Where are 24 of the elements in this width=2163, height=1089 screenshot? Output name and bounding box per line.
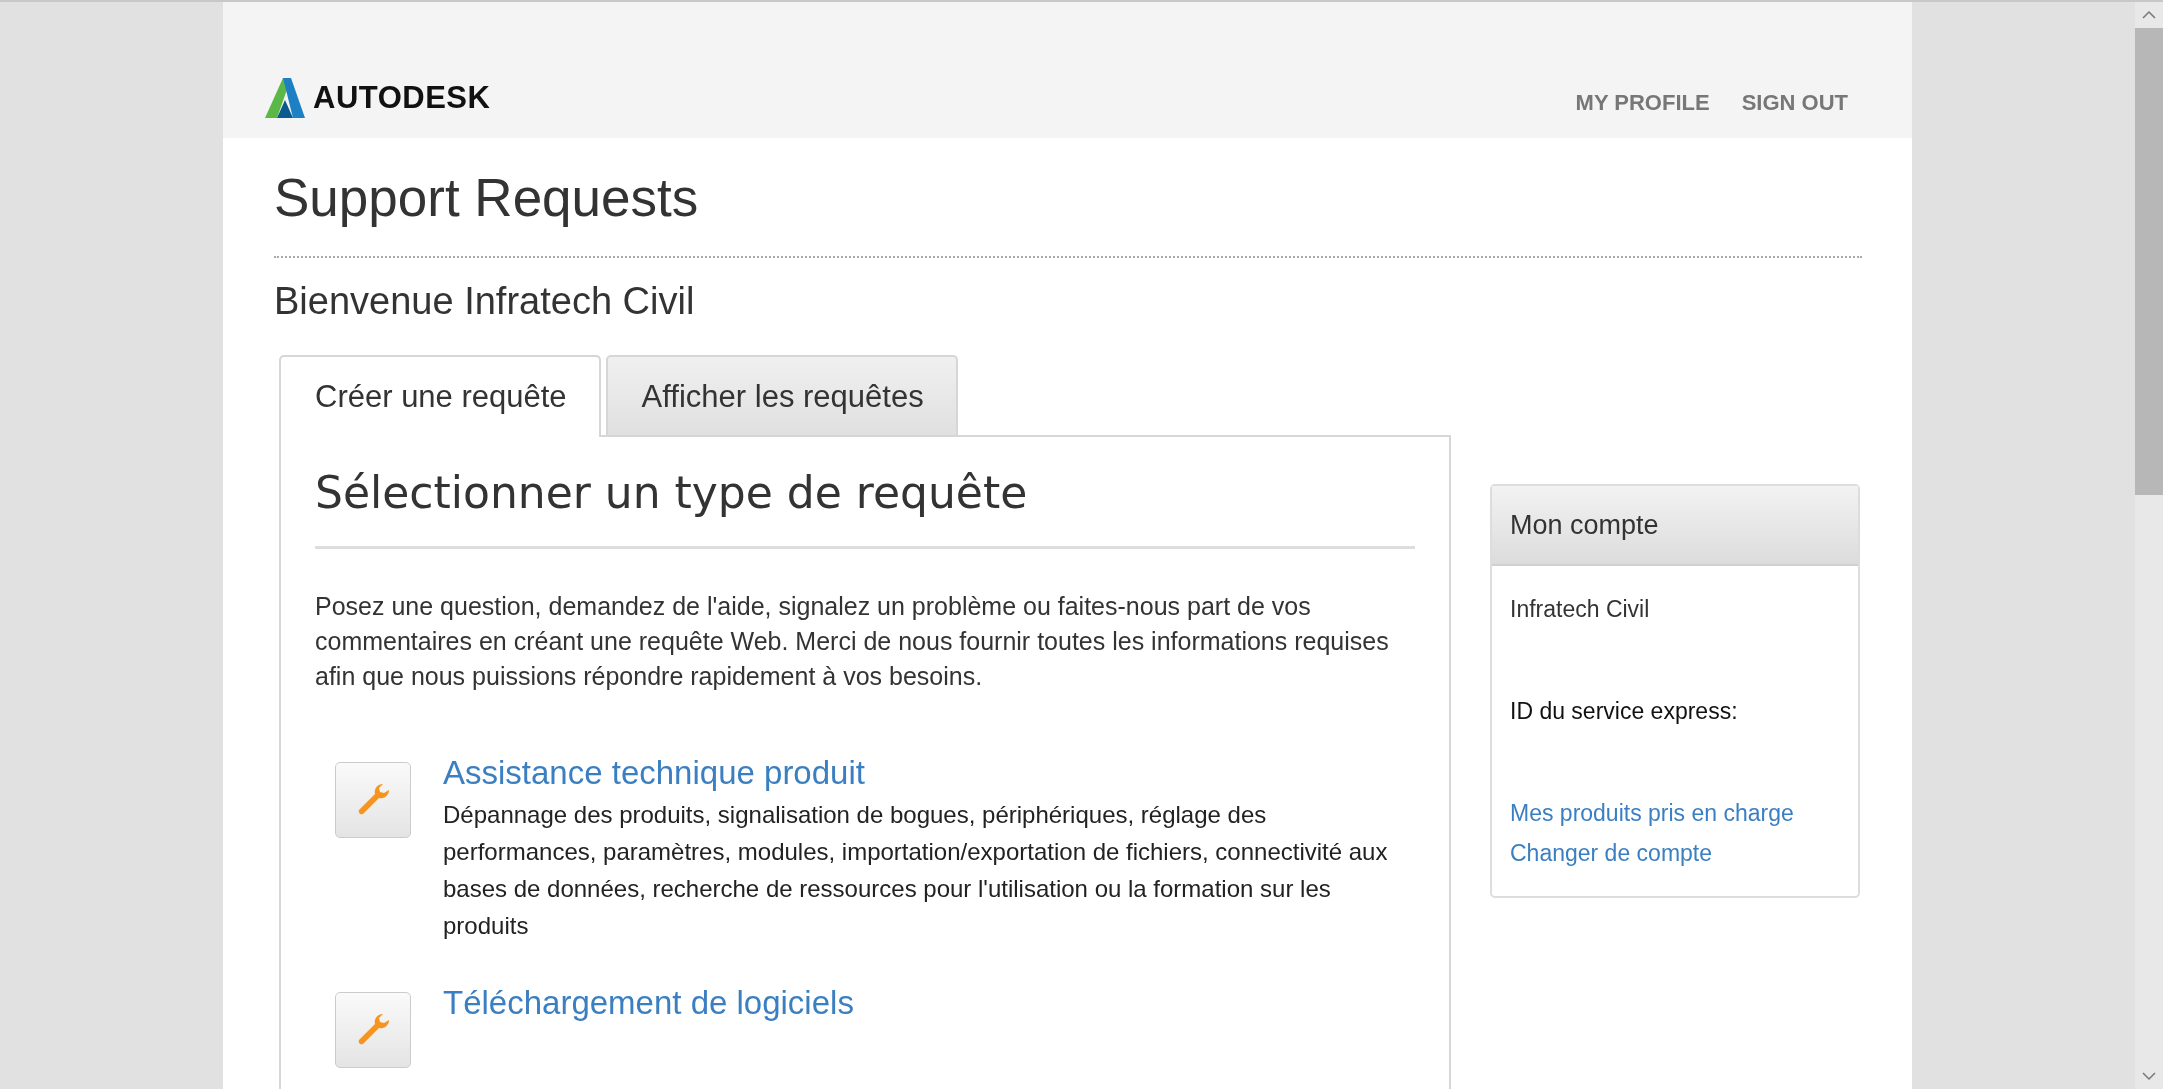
nav-link[interactable]: MY PROFILE (1575, 90, 1710, 116)
scroll-up-icon[interactable] (2141, 10, 2157, 20)
logo-icon (263, 76, 307, 120)
express-id-label: ID du service express: (1510, 697, 1738, 725)
request-type-description: Dépannage des produits, signalisation de bogues, périphériques, réglage des performances, paramètres, modules, importation/exportation de fichiers, connectivité aux bases de données, recherche de ressources pour l'utilisation ou la formation sur les produits (443, 799, 1389, 941)
scroll-down-icon[interactable] (2141, 1071, 2157, 1081)
logo-text: AUTODESK (313, 80, 491, 116)
intro-paragraph: Posez une question, demandez de l'aide, signalez un problème ou faites-nous part de vos commentaires en créant une requête Web. Merci de nous fournir toutes les informations requises afin que nous puissions répondre rapidement à vos besoins. (315, 590, 1390, 692)
request-type-link[interactable]: Assistance technique produit (443, 753, 1415, 792)
tab[interactable]: Afficher les requêtes (605, 354, 958, 435)
panel-heading: Sélectionner un type de requête (315, 466, 1029, 518)
scrollbar[interactable] (2135, 2, 2163, 1089)
account-link[interactable]: Changer de compte (1510, 832, 1712, 873)
scrollbar-thumb[interactable] (2135, 28, 2163, 495)
welcome-heading: Bienvenue Infratech Civil (274, 279, 696, 323)
nav-link[interactable]: SIGN OUT (1741, 90, 1848, 116)
tab[interactable]: Créer une requête (279, 354, 601, 437)
request-type-link[interactable]: Téléchargement de logiciels (443, 983, 854, 1022)
account-name: Infratech Civil (1510, 595, 1650, 623)
wrench-icon[interactable] (335, 991, 411, 1068)
wrench-icon[interactable] (335, 761, 411, 838)
account-card-title: Mon compte (1492, 485, 1858, 566)
page-title: Support Requests (274, 167, 700, 229)
account-link[interactable]: Mes produits pris en charge (1510, 792, 1794, 833)
